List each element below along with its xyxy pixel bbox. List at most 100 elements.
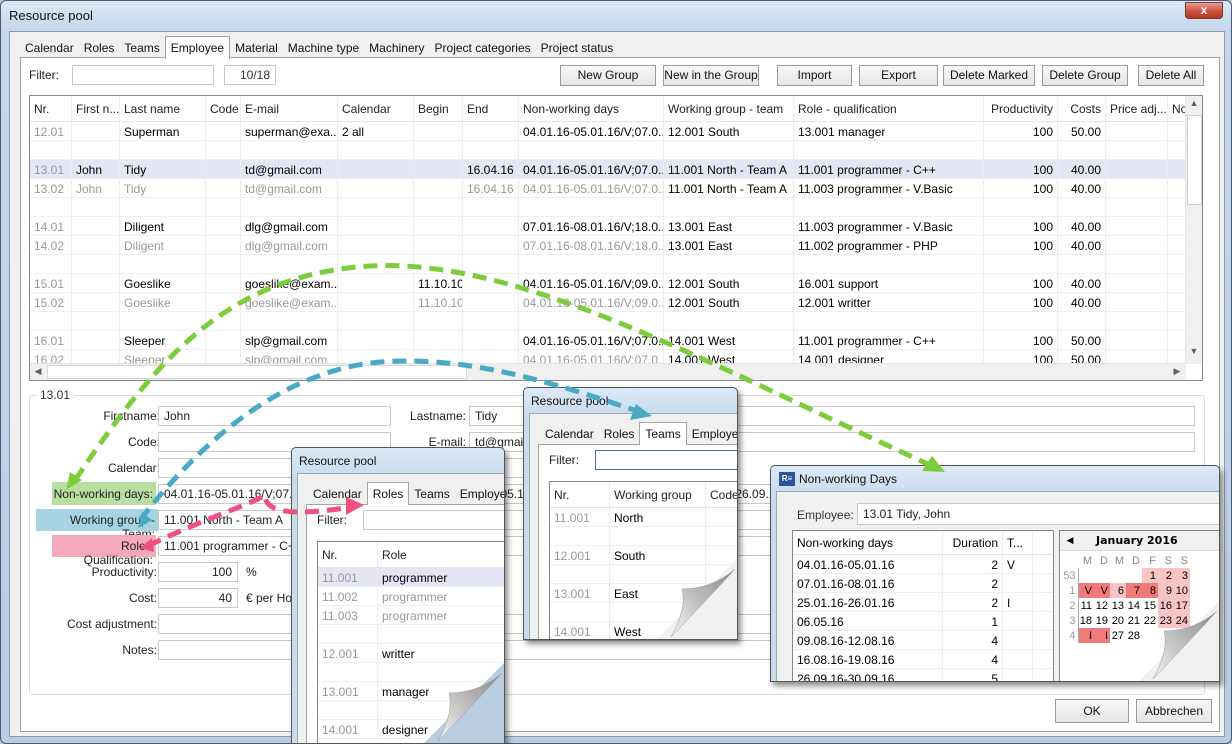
calendar-day[interactable]: 20 bbox=[1110, 613, 1126, 628]
roles-popup-tab-roles[interactable]: Roles bbox=[366, 482, 410, 505]
table-row[interactable]: 14.02 Diligent dlg@gmail.com 07.01.16-08.01… bbox=[30, 236, 1186, 255]
column-header[interactable]: Nr. bbox=[550, 482, 610, 507]
cancel-button[interactable]: Abbrechen bbox=[1136, 699, 1212, 723]
calendar-day[interactable]: I bbox=[1094, 628, 1110, 643]
table-row[interactable]: 13.02 John Tidy td@gmail.com 16.04.16 04.01.1… bbox=[30, 179, 1186, 198]
calendar-day[interactable]: I bbox=[1078, 628, 1094, 643]
filter-input[interactable] bbox=[72, 65, 214, 85]
scroll-thumb[interactable] bbox=[1187, 115, 1202, 205]
calendar-day[interactable] bbox=[1094, 568, 1110, 583]
prev-month-icon[interactable]: ◀ bbox=[1062, 535, 1078, 546]
calendar-day[interactable]: 10 bbox=[1174, 583, 1190, 598]
column-header[interactable]: Nr. bbox=[30, 96, 72, 121]
calendar-day[interactable]: 11 bbox=[1078, 598, 1094, 613]
scroll-left-icon[interactable]: ◀ bbox=[30, 366, 46, 377]
group-separator-row[interactable] bbox=[30, 312, 1186, 331]
column-header[interactable]: Price adj... bbox=[1106, 96, 1168, 121]
column-header[interactable]: End bbox=[463, 96, 519, 121]
group-separator-row[interactable] bbox=[550, 527, 737, 546]
export-button[interactable]: Export bbox=[859, 65, 938, 86]
column-header[interactable]: Last name bbox=[120, 96, 206, 121]
table-row[interactable]: 13.01 John Tidy td@gmail.com 16.04.16 04.01.1… bbox=[30, 160, 1186, 179]
group-separator-row[interactable] bbox=[30, 141, 1186, 160]
calendar-day[interactable]: V bbox=[1094, 583, 1110, 598]
table-row[interactable]: 12.001 writter bbox=[318, 644, 504, 663]
calendar-day[interactable]: 3 bbox=[1174, 568, 1190, 583]
column-header[interactable]: Role bbox=[378, 542, 504, 567]
calendar-day[interactable]: 12 bbox=[1094, 598, 1110, 613]
tab-material[interactable]: Material bbox=[230, 38, 283, 58]
calendar-day[interactable]: 6 bbox=[1110, 583, 1126, 598]
teams-popup-tab-employee[interactable]: Employee bbox=[687, 424, 737, 444]
calendar-day[interactable]: 27 bbox=[1110, 628, 1126, 643]
column-header[interactable]: Duration bbox=[943, 531, 1003, 554]
column-header[interactable]: Nr. bbox=[318, 542, 378, 567]
group-separator-row[interactable] bbox=[30, 255, 1186, 274]
calendar-day[interactable] bbox=[1110, 568, 1126, 583]
table-row[interactable]: 26.09.16-30.09.16 5 bbox=[793, 669, 1053, 681]
table-row[interactable]: 09.08.16-12.08.16 4 bbox=[793, 631, 1053, 650]
roles-popup-tab-employee[interactable]: Employee bbox=[455, 484, 504, 504]
group-separator-row[interactable] bbox=[318, 625, 504, 644]
calendar-day[interactable]: 9 bbox=[1158, 583, 1174, 598]
calendar-day[interactable]: V bbox=[1078, 583, 1094, 598]
tab-machinery[interactable]: Machinery bbox=[364, 38, 429, 58]
scroll-up-icon[interactable]: ▲ bbox=[1186, 98, 1202, 108]
calendar-day[interactable]: 8 bbox=[1142, 583, 1158, 598]
column-header[interactable]: Costs bbox=[1058, 96, 1106, 121]
table-row[interactable]: 16.01 Sleeper slp@gmail.com 04.01.16-05.01.… bbox=[30, 331, 1186, 350]
close-button[interactable]: x bbox=[1185, 2, 1223, 19]
calendar-day[interactable] bbox=[1078, 568, 1094, 583]
ok-button[interactable]: OK bbox=[1055, 699, 1129, 723]
tab-roles[interactable]: Roles bbox=[79, 38, 120, 58]
tab-calendar[interactable]: Calendar bbox=[20, 38, 79, 58]
column-header[interactable]: Code bbox=[206, 96, 241, 121]
column-header[interactable]: Working group - team bbox=[664, 96, 794, 121]
vertical-scrollbar[interactable]: ▲ ▼ bbox=[1185, 96, 1202, 364]
table-row[interactable]: 06.05.16 1 bbox=[793, 612, 1053, 631]
productivity-field[interactable]: 100 bbox=[158, 562, 238, 582]
roles-filter-input[interactable] bbox=[363, 510, 504, 530]
calendar-day[interactable]: 2 bbox=[1158, 568, 1174, 583]
table-row[interactable]: 15.01 Goeslike goeslike@exam... 11.10.10 04.… bbox=[30, 274, 1186, 293]
table-row[interactable]: 14.01 Diligent dlg@gmail.com 07.01.16-08.01… bbox=[30, 217, 1186, 236]
table-row[interactable]: 11.001 programmer bbox=[318, 568, 504, 587]
column-header[interactable]: T... bbox=[1003, 531, 1033, 554]
calendar-day[interactable]: 13 bbox=[1110, 598, 1126, 613]
table-row[interactable]: 12.01 Superman superman@exa... 2 all 04.01.1… bbox=[30, 122, 1186, 141]
teams-popup-tab-calendar[interactable]: Calendar bbox=[535, 424, 599, 444]
column-header[interactable]: Working group bbox=[610, 482, 706, 507]
firstname-field[interactable]: John bbox=[158, 406, 391, 426]
column-header[interactable]: Calendar bbox=[338, 96, 414, 121]
table-row[interactable]: 07.01.16-08.01.16 2 bbox=[793, 574, 1053, 593]
tab-project-categories[interactable]: Project categories bbox=[430, 38, 536, 58]
column-header[interactable]: Begin bbox=[414, 96, 463, 121]
tab-machine-type[interactable]: Machine type bbox=[283, 38, 364, 58]
calendar-day[interactable]: 19 bbox=[1094, 613, 1110, 628]
hscroll-thumb[interactable] bbox=[47, 365, 467, 379]
column-header[interactable]: E-mail bbox=[241, 96, 338, 121]
delete-group-button[interactable]: Delete Group bbox=[1042, 65, 1128, 86]
column-header[interactable] bbox=[1033, 531, 1053, 554]
tab-teams[interactable]: Teams bbox=[119, 38, 164, 58]
new-in-group-button[interactable]: New in the Group bbox=[663, 65, 759, 86]
new-group-button[interactable]: New Group bbox=[560, 65, 656, 86]
delete-all-button[interactable]: Delete All bbox=[1138, 65, 1204, 86]
column-header[interactable]: Non-working days bbox=[793, 531, 943, 554]
column-header[interactable]: Non-working days bbox=[519, 96, 664, 121]
scroll-right-icon[interactable]: ▶ bbox=[1169, 366, 1185, 377]
scroll-down-icon[interactable]: ▼ bbox=[1186, 346, 1202, 356]
table-row[interactable]: 11.002 programmer bbox=[318, 587, 504, 606]
table-row[interactable]: 15.02 Goeslike goeslike@exam... 11.10.10 04.… bbox=[30, 293, 1186, 312]
teams-popup-tab-teams[interactable]: Teams bbox=[639, 422, 687, 445]
table-row[interactable]: 04.01.16-05.01.16 2 V bbox=[793, 555, 1053, 574]
teams-filter-input[interactable] bbox=[595, 450, 737, 470]
calendar-day[interactable]: 1 bbox=[1142, 568, 1158, 583]
column-header[interactable]: Code bbox=[706, 482, 737, 507]
import-button[interactable]: Import bbox=[777, 65, 852, 86]
column-header[interactable]: First n... bbox=[72, 96, 120, 121]
table-row[interactable]: 25.01.16-26.01.16 2 I bbox=[793, 593, 1053, 612]
delete-marked-button[interactable]: Delete Marked bbox=[943, 65, 1035, 86]
column-header[interactable]: Not bbox=[1168, 96, 1186, 121]
tab-employee[interactable]: Employee bbox=[164, 36, 231, 59]
